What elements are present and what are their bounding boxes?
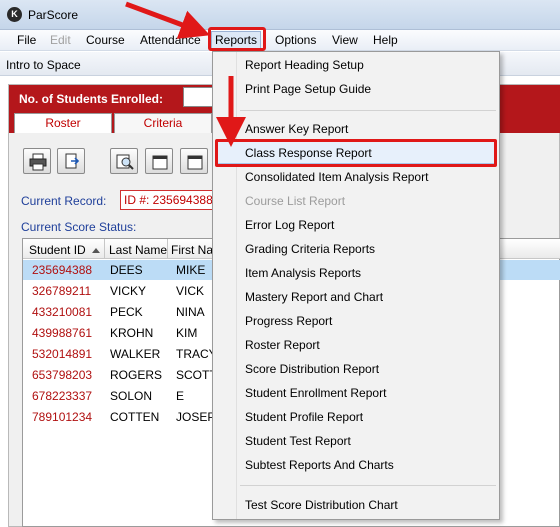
export-icon <box>65 153 80 169</box>
export-button[interactable] <box>57 148 85 174</box>
menu-edit[interactable]: Edit <box>50 33 71 47</box>
cell-student-id: 678223337 <box>32 389 93 403</box>
tab-criteria[interactable]: Criteria <box>114 113 212 133</box>
cell-last-name: VICKY <box>110 284 147 298</box>
menu-item-progress-report[interactable]: Progress Report <box>245 314 332 328</box>
cell-first-name: E <box>176 389 185 403</box>
find-button[interactable] <box>110 148 138 174</box>
cell-first-name: KIM <box>176 326 198 340</box>
menu-item-test-score-distribution-chart[interactable]: Test Score Distribution Chart <box>245 498 398 512</box>
menu-item-student-profile-report[interactable]: Student Profile Report <box>245 410 363 424</box>
calendar-button-2[interactable] <box>180 148 208 174</box>
score-status-label: Current Score Status: <box>21 220 137 234</box>
menu-item-course-list-report[interactable]: Course List Report <box>245 194 345 208</box>
column-header-first-name[interactable]: First Na <box>171 243 213 257</box>
current-record-value: ID #: 235694388 <box>124 193 213 207</box>
column-divider[interactable] <box>104 239 105 259</box>
title-bar: K ParScore <box>0 0 560 30</box>
cell-last-name: COTTEN <box>110 410 160 424</box>
menu-item-roster-report[interactable]: Roster Report <box>245 338 320 352</box>
cell-last-name: PECK <box>110 305 143 319</box>
menu-item-item-analysis-reports[interactable]: Item Analysis Reports <box>245 266 361 280</box>
enrollment-count-field <box>183 87 213 107</box>
search-icon <box>116 154 134 170</box>
cell-first-name: MIKE <box>176 263 206 277</box>
menu-item-score-distribution-report[interactable]: Score Distribution Report <box>245 362 379 376</box>
calendar-icon <box>152 155 168 170</box>
menu-file[interactable]: File <box>17 33 36 47</box>
cell-student-id: 235694388 <box>32 263 93 277</box>
app-icon: K <box>7 7 22 22</box>
menu-attendance[interactable]: Attendance <box>140 33 201 47</box>
enrollment-label: No. of Students Enrolled: <box>19 92 163 106</box>
cell-student-id: 439988761 <box>32 326 93 340</box>
calendar-button[interactable] <box>145 148 173 174</box>
menu-bar: File Edit Course Attendance Reports Opti… <box>0 30 560 51</box>
cell-student-id: 789101234 <box>32 410 93 424</box>
print-button[interactable] <box>23 148 51 174</box>
menu-view[interactable]: View <box>332 33 358 47</box>
menu-gutter <box>236 52 237 519</box>
tab-roster[interactable]: Roster <box>14 113 112 133</box>
menu-options[interactable]: Options <box>275 33 316 47</box>
cell-first-name: TRACY <box>176 347 217 361</box>
cell-first-name: NINA <box>176 305 205 319</box>
cell-student-id: 326789211 <box>32 284 92 298</box>
menu-separator <box>240 110 496 111</box>
menu-course[interactable]: Course <box>86 33 125 47</box>
menu-item-consolidated-item-analysis-report[interactable]: Consolidated Item Analysis Report <box>245 170 428 184</box>
menu-item-mastery-report-and-chart[interactable]: Mastery Report and Chart <box>245 290 383 304</box>
cell-student-id: 532014891 <box>32 347 93 361</box>
menu-item-report-heading-setup[interactable]: Report Heading Setup <box>245 58 364 72</box>
menu-item-error-log-report[interactable]: Error Log Report <box>245 218 334 232</box>
cell-first-name: VICK <box>176 284 205 298</box>
window-title: ParScore <box>28 8 79 22</box>
class-response-annotation-box <box>215 139 497 167</box>
cell-last-name: ROGERS <box>110 368 163 382</box>
reports-annotation-box <box>208 27 266 51</box>
current-record-label: Current Record: <box>21 194 107 208</box>
menu-item-student-enrollment-report[interactable]: Student Enrollment Report <box>245 386 386 400</box>
column-header-label: Student ID <box>29 243 86 257</box>
print-icon <box>29 153 47 171</box>
menu-separator <box>240 485 496 486</box>
cell-last-name: SOLON <box>110 389 153 403</box>
menu-item-subtest-reports-and-charts[interactable]: Subtest Reports And Charts <box>245 458 394 472</box>
menu-item-grading-criteria-reports[interactable]: Grading Criteria Reports <box>245 242 375 256</box>
document-title: Intro to Space <box>6 58 81 72</box>
menu-item-answer-key-report[interactable]: Answer Key Report <box>245 122 348 136</box>
cell-student-id: 433210081 <box>32 305 93 319</box>
cell-last-name: DEES <box>110 263 143 277</box>
cell-student-id: 653798203 <box>32 368 93 382</box>
sort-ascending-icon <box>91 248 100 254</box>
menu-item-student-test-report[interactable]: Student Test Report <box>245 434 351 448</box>
cell-last-name: KROHN <box>110 326 154 340</box>
cell-first-name: SCOTT <box>176 368 217 382</box>
calendar-icon <box>187 155 203 170</box>
column-header-student-id[interactable]: Student ID <box>29 243 100 257</box>
column-divider[interactable] <box>167 239 168 259</box>
menu-help[interactable]: Help <box>373 33 398 47</box>
menu-item-print-page-setup-guide[interactable]: Print Page Setup Guide <box>245 82 371 96</box>
column-header-last-name[interactable]: Last Name <box>109 243 167 257</box>
cell-last-name: WALKER <box>110 347 161 361</box>
